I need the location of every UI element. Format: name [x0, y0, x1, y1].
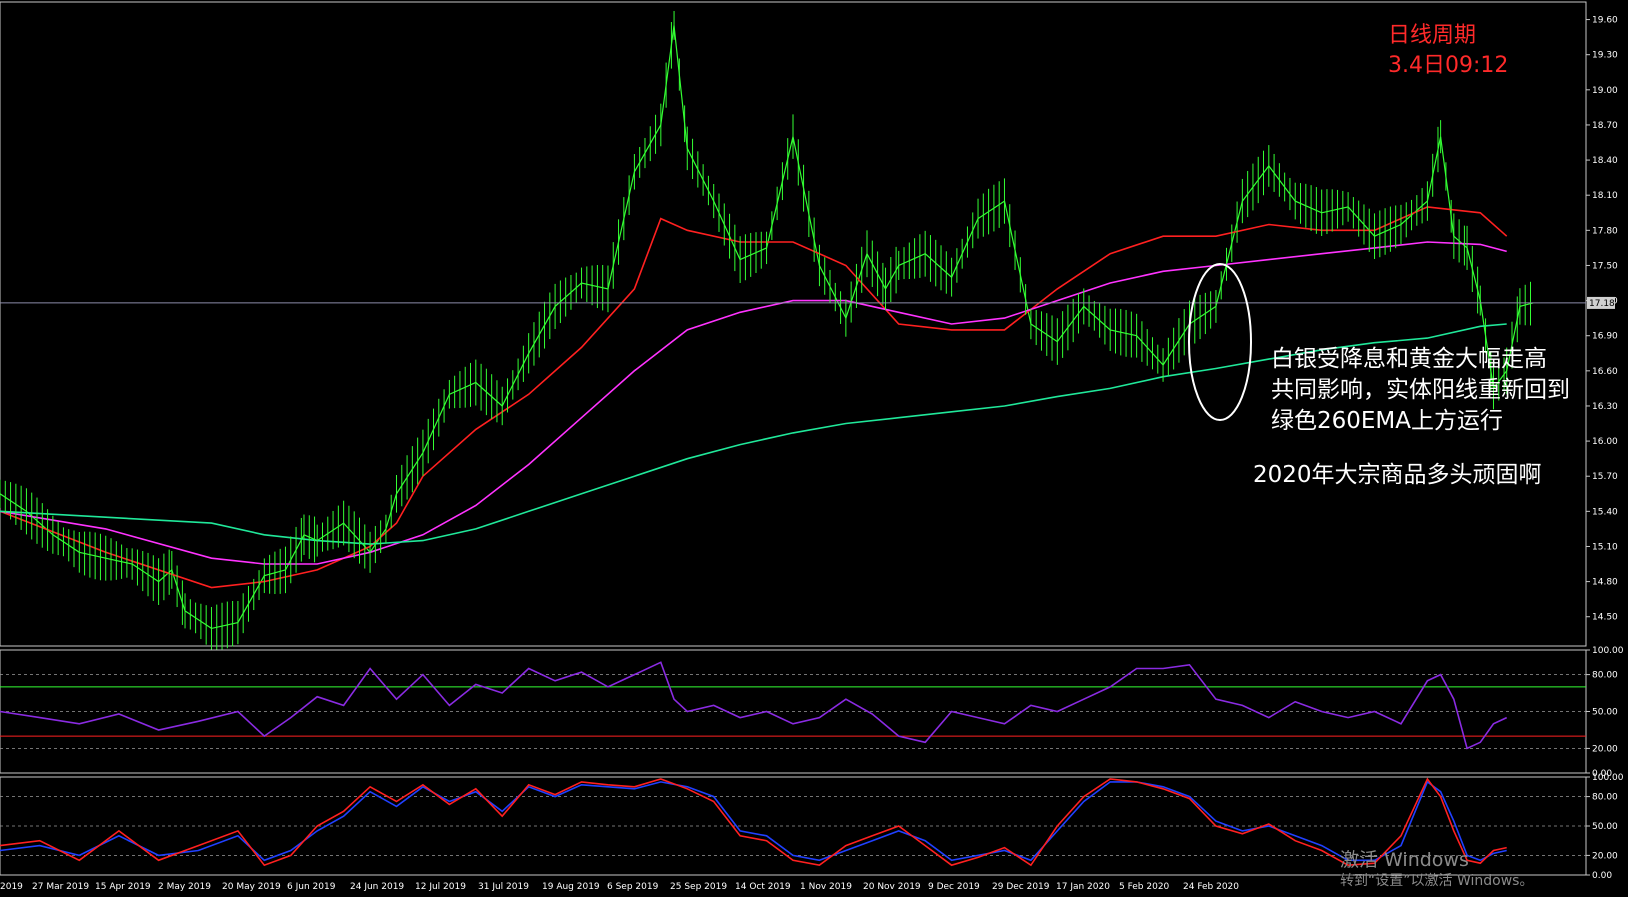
- x-tick-label: 6 Jun 2019: [287, 882, 336, 892]
- x-tick-label: 24 Feb 2020: [1183, 882, 1239, 892]
- x-tick-label: 20 Nov 2019: [863, 882, 921, 892]
- chart-stage: 19.60 19.30 19.00 18.70 18.40 18.10 17.80 17.50…: [0, 0, 1628, 897]
- annotation-line-4: 2020年大宗商品多头顽固啊: [1253, 462, 1542, 488]
- annotation-line-3: 绿色260EMA上方运行: [1271, 408, 1504, 434]
- x-tick-label: 27 Mar 2019: [32, 882, 89, 892]
- stoch-y-tick-label: 0.00: [1592, 871, 1612, 881]
- x-tick-label: 19 Aug 2019: [542, 882, 600, 892]
- rsi-y-tick-label: 20.00: [1592, 744, 1618, 754]
- x-tick-label: 5 Feb 2020: [1119, 882, 1170, 892]
- x-tick-label: 9 Dec 2019: [928, 882, 980, 892]
- x-tick-label: 17 Jan 2020: [1056, 882, 1110, 892]
- x-tick-label: 15 Apr 2019: [95, 882, 151, 892]
- x-tick-label: 25 Sep 2019: [670, 882, 727, 892]
- x-tick-label: 20 May 2019: [222, 882, 281, 892]
- price-y-tick-label: 19.30: [1592, 51, 1618, 61]
- current-price-label: 17.18: [1589, 299, 1615, 309]
- price-y-tick-label: 19.60: [1592, 16, 1618, 26]
- price-y-tick-label: 16.90: [1592, 332, 1618, 342]
- price-y-tick-label: 15.10: [1592, 542, 1618, 552]
- rsi-y-tick-label: 80.00: [1592, 671, 1618, 681]
- price-y-tick-label: 17.80: [1592, 226, 1618, 236]
- windows-activation-watermark: 激活 Windows: [1340, 849, 1469, 871]
- price-y-tick-label: 15.40: [1592, 507, 1618, 517]
- price-y-tick-label: 17.50: [1592, 261, 1618, 271]
- x-tick-label: 12 Jul 2019: [415, 882, 466, 892]
- stoch-y-tick-label: 20.00: [1592, 851, 1618, 861]
- stoch-y-tick-label: 100.00: [1592, 773, 1624, 783]
- annotation-line-2: 共同影响，实体阳线重新回到: [1271, 377, 1570, 403]
- price-y-tick-label: 16.30: [1592, 402, 1618, 412]
- x-tick-label: 31 Jul 2019: [478, 882, 529, 892]
- stoch-y-tick-label: 80.00: [1592, 793, 1618, 803]
- rsi-y-tick-label: 50.00: [1592, 708, 1618, 718]
- price-y-tick-label: 18.70: [1592, 121, 1618, 131]
- x-tick-label: 14 Oct 2019: [735, 882, 791, 892]
- x-tick-label: 24 Jun 2019: [350, 882, 404, 892]
- windows-activation-hint: 转到“设置”以激活 Windows。: [1340, 873, 1534, 889]
- price-y-tick-label: 18.10: [1592, 191, 1618, 201]
- price-y-tick-label: 19.00: [1592, 86, 1618, 96]
- x-tick-label: 1 Nov 2019: [800, 882, 852, 892]
- chart-title: 日线周期: [1388, 23, 1477, 48]
- x-tick-label: 2 May 2019: [158, 882, 211, 892]
- price-y-tick-label: 16.60: [1592, 367, 1618, 377]
- x-tick-label: 2019: [0, 882, 23, 892]
- price-y-tick-label: 14.80: [1592, 578, 1618, 588]
- price-y-tick-label: 15.70: [1592, 472, 1618, 482]
- stoch-y-tick-label: 50.00: [1592, 822, 1618, 832]
- price-y-tick-label: 16.00: [1592, 437, 1618, 447]
- rsi-y-tick-label: 100.00: [1592, 646, 1624, 656]
- annotation-line-1: 白银受降息和黄金大幅走高: [1271, 346, 1547, 372]
- x-tick-label: 6 Sep 2019: [607, 882, 659, 892]
- price-y-tick-label: 18.40: [1592, 156, 1618, 166]
- price-y-tick-label: 14.50: [1592, 613, 1618, 623]
- chart-timestamp: 3.4日09:12: [1388, 53, 1509, 78]
- x-tick-label: 29 Dec 2019: [992, 882, 1050, 892]
